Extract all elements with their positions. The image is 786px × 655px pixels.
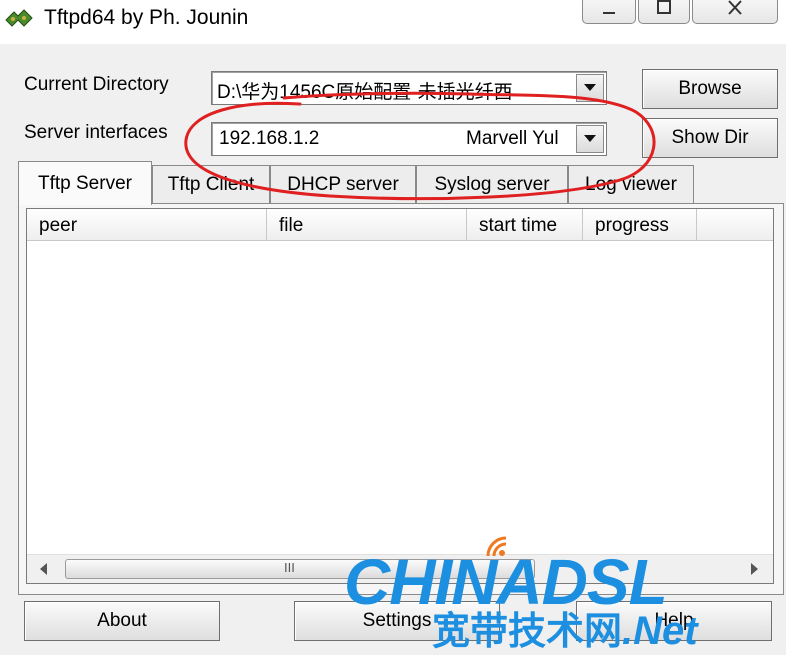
column-header-file[interactable]: file [267,209,467,241]
chevron-down-icon [584,84,596,91]
browse-button[interactable]: Browse [642,69,778,109]
maximize-icon [657,0,671,14]
current-directory-value: D:\华为1456C原始配置-未插光纤酉 [217,82,513,103]
tab-dhcp-server[interactable]: DHCP server [270,165,416,203]
settings-button[interactable]: Settings [294,601,500,641]
server-interface-adapter: Marvell Yul [466,128,559,149]
current-directory-dropdown-button[interactable] [576,74,604,102]
scrollbar-thumb[interactable]: III [65,559,535,579]
column-header-progress[interactable]: progress [583,209,697,241]
tab-tftp-server[interactable]: Tftp Server [18,161,152,205]
server-interfaces-label: Server interfaces [24,122,168,143]
scrollbar-grip: III [284,560,295,575]
horizontal-scrollbar[interactable]: III [27,554,773,583]
maximize-button[interactable] [638,0,690,24]
title-bar: Tftpd64 by Ph. Jounin [0,0,786,44]
minimize-button[interactable] [582,0,636,24]
about-button[interactable]: About [24,601,220,641]
close-button[interactable] [692,0,778,24]
tftp-server-panel: peer file start time progress III [18,203,784,595]
column-header-start-time[interactable]: start time [467,209,583,241]
current-directory-label: Current Directory [24,74,169,95]
current-directory-combo[interactable]: D:\华为1456C原始配置-未插光纤酉 [211,71,607,105]
transfer-list[interactable]: peer file start time progress III [26,208,774,584]
close-icon [728,0,742,15]
server-interfaces-dropdown-button[interactable] [576,125,604,153]
tab-log-viewer[interactable]: Log viewer [568,165,694,203]
show-dir-button[interactable]: Show Dir [642,118,778,158]
chevron-down-icon [584,135,596,142]
minimize-icon [603,12,615,14]
column-header-peer[interactable]: peer [27,209,267,241]
column-header-filler [697,209,773,241]
server-interface-ip: 192.168.1.2 [219,128,320,149]
tftpd-app-icon [4,6,34,32]
scroll-left-icon[interactable] [39,563,47,575]
signal-icon [486,536,507,557]
server-interfaces-combo[interactable]: 192.168.1.2 Marvell Yul [211,122,607,156]
tab-syslog-server[interactable]: Syslog server [416,165,568,203]
scroll-right-icon[interactable] [751,563,759,575]
help-button[interactable]: Help [576,601,772,641]
tab-tftp-client[interactable]: Tftp Client [152,165,270,203]
window-title: Tftpd64 by Ph. Jounin [44,6,249,29]
main-panel: Current Directory D:\华为1456C原始配置-未插光纤酉 B… [0,44,786,654]
